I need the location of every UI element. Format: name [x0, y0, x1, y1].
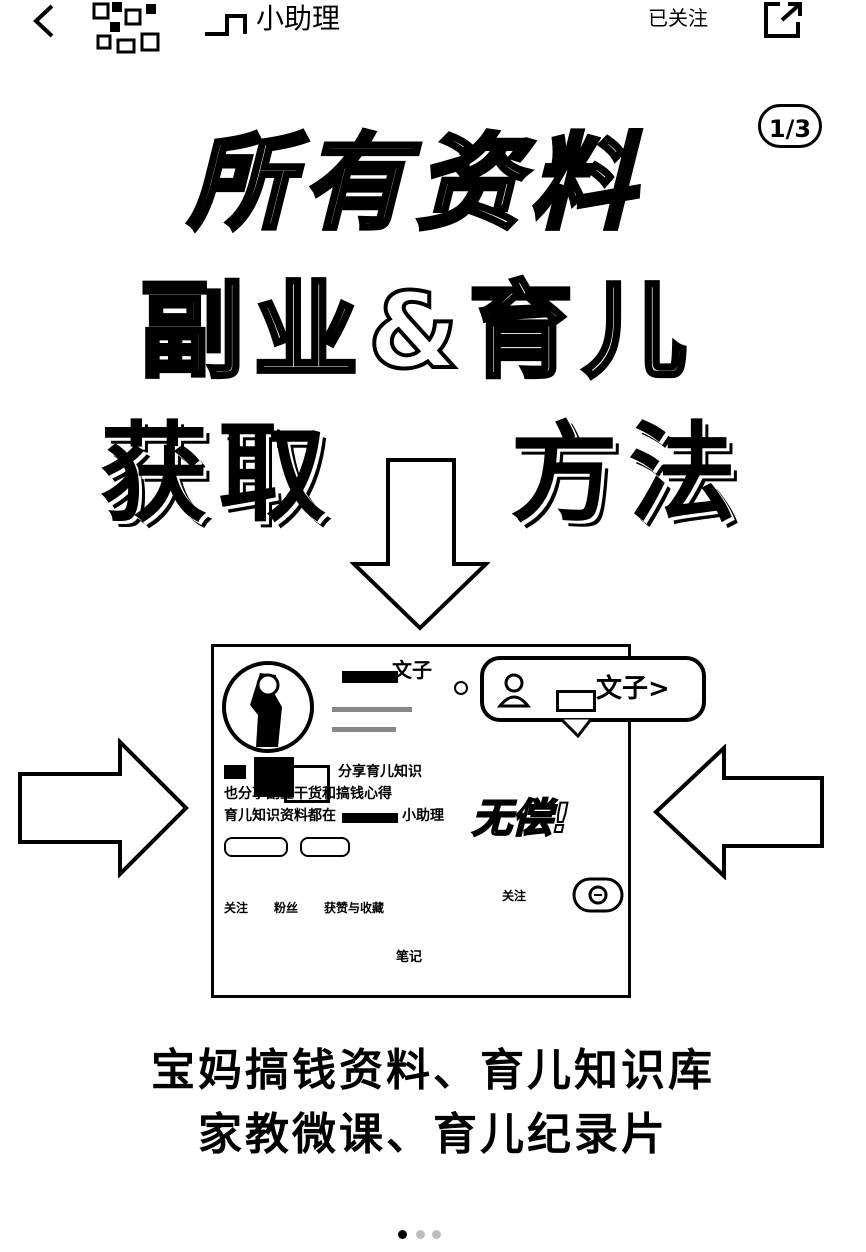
pager-dot[interactable]: [416, 1230, 425, 1239]
headline-line-3-left: 获取: [100, 412, 337, 537]
profile-name: 文子: [392, 658, 432, 682]
back-chevron-icon[interactable]: [24, 0, 64, 42]
down-arrow-icon: [350, 458, 490, 631]
avatar[interactable]: [90, 0, 170, 56]
caption-line-1: 宝妈搞钱资料、育儿知识库: [151, 1045, 715, 1096]
bio-line-1: 分享育儿知识: [338, 764, 422, 780]
message-icon[interactable]: [572, 875, 624, 915]
tag-pill[interactable]: [300, 837, 350, 857]
headline-line-3-right: 方法: [510, 412, 747, 537]
bio-line-3-end: 小助理: [402, 808, 444, 824]
pill-name-text: 文子>: [596, 674, 670, 704]
stat-following[interactable]: 关注: [224, 899, 248, 917]
bio-redaction: [224, 765, 246, 779]
gender-icon: [454, 681, 468, 695]
left-arrow-icon: [653, 744, 824, 880]
bio-redaction: [342, 813, 398, 823]
stat-followers[interactable]: 粉丝: [274, 899, 298, 917]
carousel-pager[interactable]: [398, 1226, 458, 1242]
caption-line-2: 家教微课、育儿纪录片: [198, 1109, 668, 1160]
pager-dot[interactable]: [432, 1230, 441, 1239]
profile-location-placeholder: [332, 727, 396, 732]
right-arrow-icon: [18, 738, 189, 878]
profile-id-placeholder: [332, 707, 412, 712]
chevron-right-icon: >: [648, 674, 670, 704]
pager-dot-active[interactable]: [398, 1230, 407, 1239]
follow-status-button[interactable]: 已关注: [648, 4, 708, 32]
tab-notes[interactable]: 笔记: [396, 949, 422, 967]
headline-line-1: 所有资料: [186, 122, 645, 244]
bio-line-2: 也分享副业干货和搞钱心得: [224, 786, 392, 802]
tag-pill[interactable]: [224, 837, 288, 857]
redaction-bar: [342, 671, 398, 683]
free-stamp: 无偿!: [471, 795, 571, 843]
headline-line-2: 副业&育儿: [138, 270, 697, 392]
share-icon[interactable]: [760, 0, 806, 40]
page-indicator-badge: 1/3: [758, 104, 822, 148]
stat-likes-saves[interactable]: 获赞与收藏: [324, 899, 384, 917]
pill-pointer: [557, 718, 594, 738]
redaction-bar: [556, 690, 596, 712]
profile-avatar: [222, 661, 314, 753]
user-icon: [496, 673, 532, 708]
redaction-mark: [205, 14, 247, 36]
bio-line-3: 育儿知识资料都在: [224, 808, 336, 824]
account-name[interactable]: 小助理: [256, 0, 340, 38]
follow-button[interactable]: 关注: [502, 887, 526, 905]
